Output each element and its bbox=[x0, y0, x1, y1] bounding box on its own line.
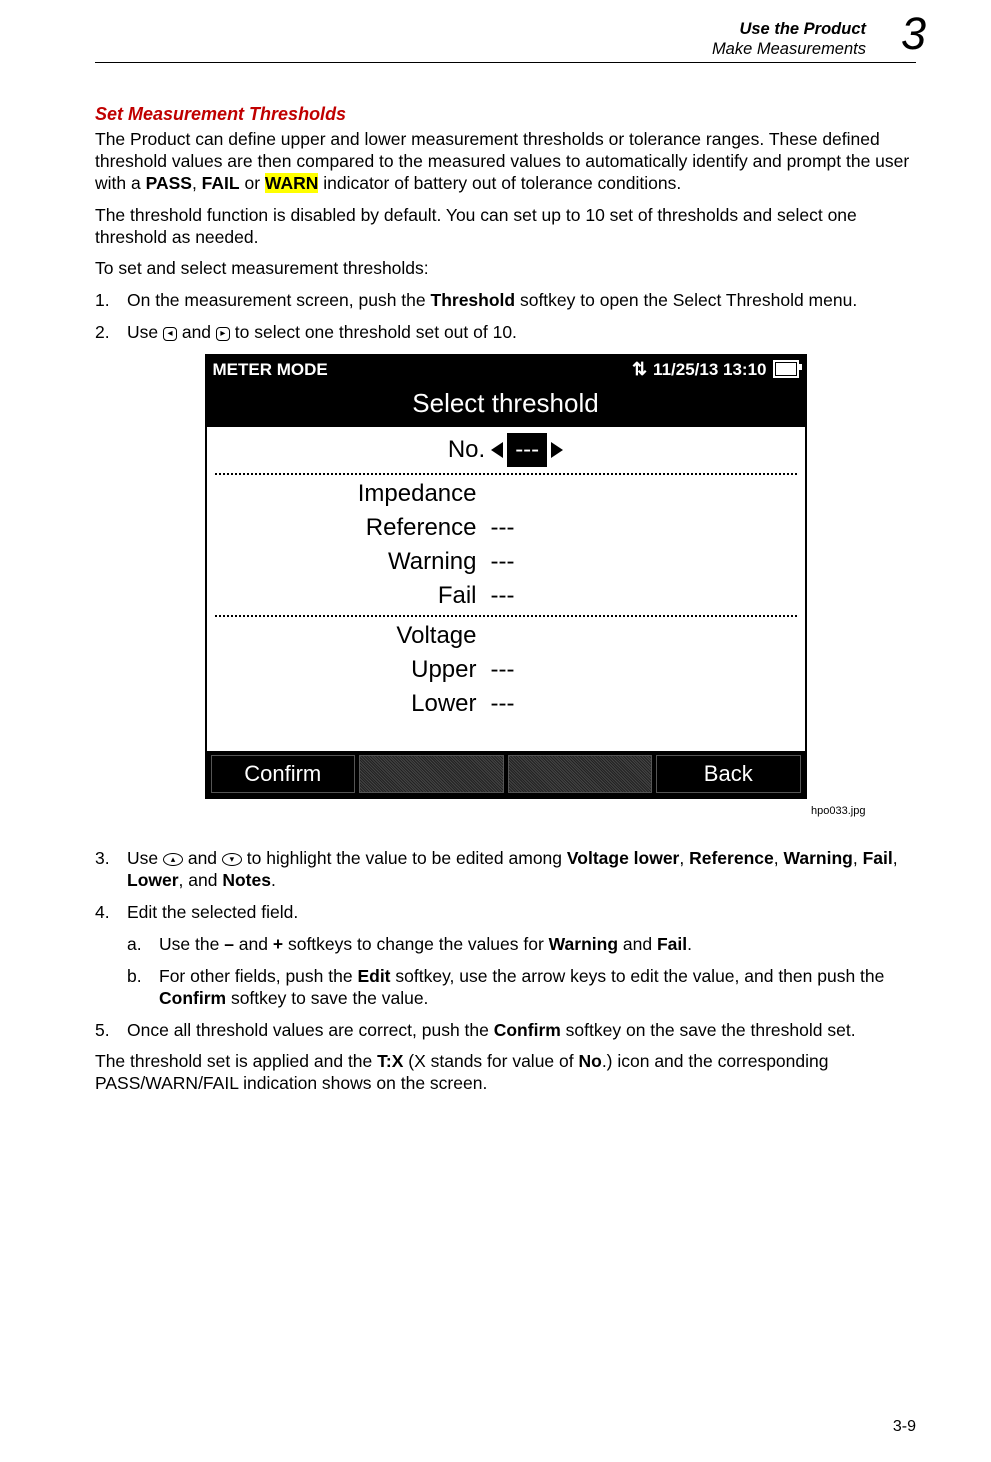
lower-value: --- bbox=[491, 689, 515, 719]
section-heading: Set Measurement Thresholds bbox=[95, 103, 916, 126]
step-4: Edit the selected field. Use the – and +… bbox=[95, 902, 916, 1010]
step-5: Once all threshold values are correct, p… bbox=[95, 1020, 916, 1042]
lower-label: Lower bbox=[207, 689, 491, 719]
voltage-group-label: Voltage bbox=[207, 621, 491, 651]
swap-icon: ⇅ bbox=[632, 358, 647, 381]
device-screenshot: METER MODE ⇅ 11/25/13 13:10 Select thres… bbox=[205, 354, 807, 799]
meter-mode-label: METER MODE bbox=[213, 359, 328, 380]
image-filename: hpo033.jpg bbox=[146, 805, 866, 819]
warning-value: --- bbox=[491, 547, 515, 577]
right-arrow-icon: ▸ bbox=[216, 327, 230, 341]
impedance-group-label: Impedance bbox=[207, 479, 491, 509]
header-title: Use the Product bbox=[95, 20, 866, 40]
page-header: Use the Product Make Measurements 3 bbox=[95, 20, 916, 63]
down-arrow-icon: ▾ bbox=[222, 853, 242, 866]
datetime-label: 11/25/13 13:10 bbox=[653, 359, 766, 380]
softkey-3 bbox=[508, 755, 653, 793]
page-number: 3-9 bbox=[893, 1417, 916, 1437]
closing-paragraph: The threshold set is applied and the T:X… bbox=[95, 1051, 916, 1095]
step-4b: For other fields, push the Edit softkey,… bbox=[127, 966, 916, 1010]
step-1: On the measurement screen, push the Thre… bbox=[95, 290, 916, 312]
back-softkey[interactable]: Back bbox=[656, 755, 801, 793]
reference-value: --- bbox=[491, 513, 515, 543]
fail-value: --- bbox=[491, 581, 515, 611]
softkey-2 bbox=[359, 755, 504, 793]
no-value-box[interactable]: --- bbox=[507, 433, 547, 467]
intro-paragraph-1: The Product can define upper and lower m… bbox=[95, 129, 916, 195]
step-4a: Use the – and + softkeys to change the v… bbox=[127, 934, 916, 956]
intro-paragraph-3: To set and select measurement thresholds… bbox=[95, 258, 916, 280]
right-triangle-icon bbox=[551, 442, 563, 458]
warning-label: Warning bbox=[207, 547, 491, 577]
battery-icon bbox=[773, 360, 799, 378]
no-field-label: No. bbox=[448, 435, 485, 465]
left-triangle-icon bbox=[491, 442, 503, 458]
confirm-softkey[interactable]: Confirm bbox=[211, 755, 356, 793]
reference-label: Reference bbox=[207, 513, 491, 543]
chapter-number: 3 bbox=[901, 6, 926, 62]
upper-value: --- bbox=[491, 655, 515, 685]
left-arrow-icon: ◂ bbox=[163, 327, 177, 341]
up-arrow-icon: ▴ bbox=[163, 853, 183, 866]
upper-label: Upper bbox=[207, 655, 491, 685]
step-2: Use ◂ and ▸ to select one threshold set … bbox=[95, 322, 916, 344]
intro-paragraph-2: The threshold function is disabled by de… bbox=[95, 205, 916, 249]
screen-title: Select threshold bbox=[207, 383, 805, 428]
step-3: Use ▴ and ▾ to highlight the value to be… bbox=[95, 848, 916, 892]
fail-label: Fail bbox=[207, 581, 491, 611]
header-subtitle: Make Measurements bbox=[95, 40, 866, 60]
